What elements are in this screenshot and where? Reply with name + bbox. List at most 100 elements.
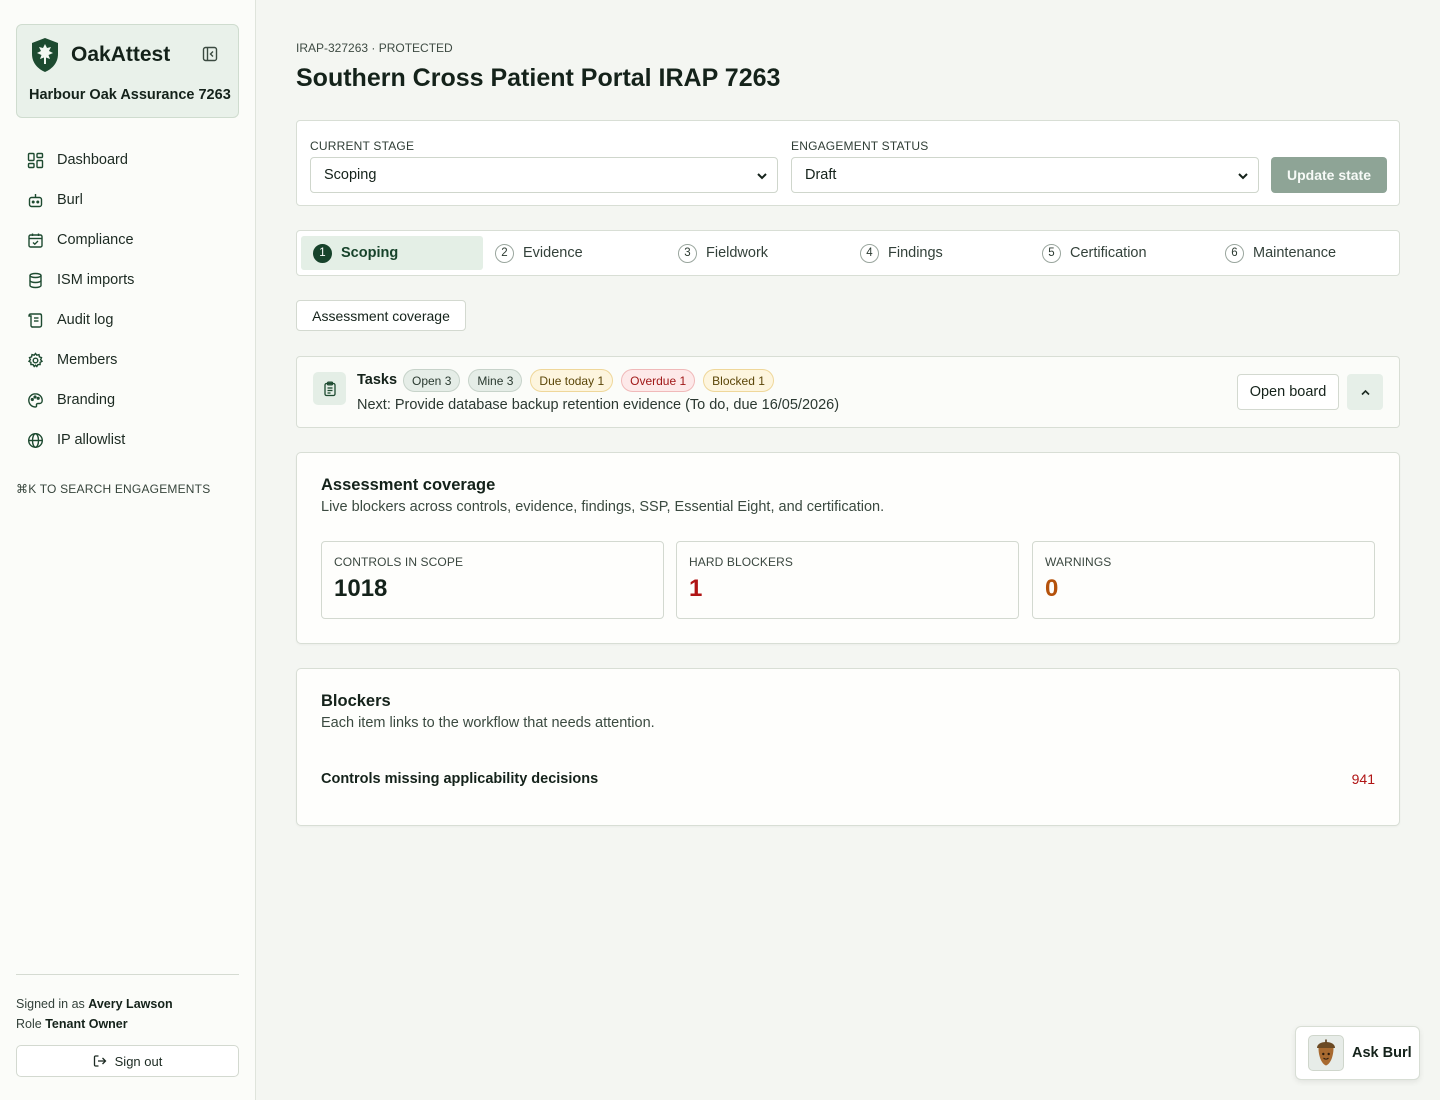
sidebar-item-compliance[interactable]: Compliance bbox=[16, 220, 239, 260]
engagement-state-form: CURRENT STAGE Scoping ENGAGEMENT STATUS … bbox=[296, 120, 1400, 206]
signed-in-prefix: Signed in as bbox=[16, 997, 85, 1011]
page-title: Southern Cross Patient Portal IRAP 7263 bbox=[296, 64, 781, 92]
sidebar-item-label: Members bbox=[57, 352, 118, 368]
ask-burl-button[interactable]: Ask Burl bbox=[1295, 1026, 1420, 1080]
overdue-badge[interactable]: Overdue 1 bbox=[621, 369, 696, 392]
stage-label: Evidence bbox=[523, 245, 583, 261]
engagement-id: IRAP-327263 · PROTECTED bbox=[296, 41, 453, 55]
engagement-status-value: Draft bbox=[805, 167, 837, 183]
stage-label: Certification bbox=[1070, 245, 1147, 261]
stage-tab-certification[interactable]: 5 Certification bbox=[1030, 236, 1212, 270]
controls-in-scope-stat: CONTROLS IN SCOPE 1018 bbox=[321, 541, 664, 619]
search-shortcut-hint: ⌘K TO SEARCH ENGAGEMENTS bbox=[16, 482, 211, 496]
chevron-up-icon bbox=[1360, 389, 1370, 395]
open-board-button[interactable]: Open board bbox=[1237, 374, 1339, 410]
engagement-status-select[interactable]: Draft bbox=[791, 157, 1259, 193]
blockers-panel: Blockers Each item links to the workflow… bbox=[296, 668, 1400, 826]
stage-number: 3 bbox=[678, 243, 697, 263]
user-name: Avery Lawson bbox=[88, 997, 173, 1011]
stage-number: 1 bbox=[313, 243, 332, 263]
collapse-sidebar-icon[interactable] bbox=[201, 45, 219, 63]
sidebar-item-audit-log[interactable]: Audit log bbox=[16, 300, 239, 340]
stage-number: 4 bbox=[860, 243, 879, 263]
sidebar-item-dashboard[interactable]: Dashboard bbox=[16, 140, 239, 180]
mine-tasks-badge[interactable]: Mine 3 bbox=[468, 369, 523, 392]
stage-tab-evidence[interactable]: 2 Evidence bbox=[483, 236, 665, 270]
stat-value: 0 bbox=[1045, 575, 1059, 602]
palette-icon bbox=[28, 392, 43, 408]
stage-tab-findings[interactable]: 4 Findings bbox=[848, 236, 1030, 270]
blocker-label: Controls missing applicability decisions bbox=[321, 771, 599, 787]
tasks-title: Tasks bbox=[357, 372, 398, 388]
stat-label: HARD BLOCKERS bbox=[689, 555, 793, 569]
stage-tab-maintenance[interactable]: 6 Maintenance bbox=[1213, 236, 1395, 270]
brand-card: OakAttest Harbour Oak Assurance 7263 bbox=[16, 24, 239, 118]
scroll-icon bbox=[28, 312, 43, 328]
database-icon bbox=[29, 272, 42, 288]
dashboard-icon bbox=[27, 152, 44, 168]
stat-label: WARNINGS bbox=[1045, 555, 1112, 569]
sidebar-item-branding[interactable]: Branding bbox=[16, 380, 239, 420]
sidebar-item-label: Burl bbox=[57, 192, 83, 208]
stage-tab-scoping[interactable]: 1 Scoping bbox=[301, 236, 483, 270]
chevron-down-icon bbox=[1238, 173, 1248, 180]
sidebar-item-ism-imports[interactable]: ISM imports bbox=[16, 260, 239, 300]
blockers-subtitle: Each item links to the workflow that nee… bbox=[321, 715, 655, 731]
due-today-badge[interactable]: Due today 1 bbox=[530, 369, 614, 392]
collapse-tasks-button[interactable] bbox=[1347, 374, 1383, 410]
hard-blockers-stat: HARD BLOCKERS 1 bbox=[676, 541, 1019, 619]
blocker-count: 941 bbox=[1351, 771, 1375, 787]
sidebar-item-label: IP allowlist bbox=[57, 432, 126, 448]
sign-out-button[interactable]: Sign out bbox=[16, 1045, 239, 1077]
chevron-down-icon bbox=[757, 173, 767, 180]
update-state-button[interactable]: Update state bbox=[1271, 157, 1387, 193]
task-badges: Open 3 Mine 3 Due today 1 Overdue 1 Bloc… bbox=[403, 369, 774, 392]
blockers-title: Blockers bbox=[321, 692, 391, 710]
tenant-name: Harbour Oak Assurance 7263 bbox=[29, 87, 231, 103]
blocker-item[interactable]: Controls missing applicability decisions… bbox=[321, 771, 1375, 791]
calendar-check-icon bbox=[28, 233, 43, 248]
sign-out-icon bbox=[93, 1055, 107, 1067]
open-tasks-badge[interactable]: Open 3 bbox=[403, 369, 461, 392]
stage-label: Scoping bbox=[341, 245, 399, 261]
assessment-coverage-tab[interactable]: Assessment coverage bbox=[296, 300, 466, 331]
engagement-status-label: ENGAGEMENT STATUS bbox=[791, 139, 929, 153]
current-stage-label: CURRENT STAGE bbox=[310, 139, 415, 153]
ask-burl-label: Ask Burl bbox=[1352, 1045, 1412, 1061]
stage-number: 2 bbox=[495, 243, 514, 263]
sidebar-item-ip-allowlist[interactable]: IP allowlist bbox=[16, 420, 239, 460]
coverage-title: Assessment coverage bbox=[321, 476, 496, 494]
sidebar-item-burl[interactable]: Burl bbox=[16, 180, 239, 220]
coverage-subtitle: Live blockers across controls, evidence,… bbox=[321, 499, 885, 515]
sidebar-item-members[interactable]: Members bbox=[16, 340, 239, 380]
sidebar-item-label: ISM imports bbox=[57, 272, 135, 288]
stage-number: 6 bbox=[1225, 243, 1244, 263]
role-prefix: Role bbox=[16, 1017, 42, 1031]
tasks-summary: Tasks Open 3 Mine 3 Due today 1 Overdue … bbox=[296, 356, 1400, 428]
stage-label: Findings bbox=[888, 245, 943, 261]
stage-label: Maintenance bbox=[1253, 245, 1337, 261]
blocked-badge[interactable]: Blocked 1 bbox=[703, 369, 774, 392]
warnings-stat: WARNINGS 0 bbox=[1032, 541, 1375, 619]
current-stage-select[interactable]: Scoping bbox=[310, 157, 778, 193]
oak-shield-logo-icon bbox=[32, 38, 58, 72]
sidebar: OakAttest Harbour Oak Assurance 7263 Das… bbox=[0, 0, 256, 1100]
sign-out-label: Sign out bbox=[114, 1053, 163, 1069]
globe-icon bbox=[27, 432, 44, 448]
bot-icon bbox=[28, 193, 43, 207]
stat-value: 1018 bbox=[334, 575, 388, 602]
brand-name: OakAttest bbox=[71, 43, 171, 66]
stage-number: 5 bbox=[1042, 243, 1061, 263]
current-stage-value: Scoping bbox=[324, 167, 377, 183]
assessment-coverage-panel: Assessment coverage Live blockers across… bbox=[296, 452, 1400, 644]
clipboard-icon bbox=[313, 372, 346, 405]
sidebar-item-label: Branding bbox=[57, 392, 116, 408]
gear-icon bbox=[27, 351, 44, 368]
role-line: Role Tenant Owner bbox=[16, 1016, 239, 1036]
stage-label: Fieldwork bbox=[706, 245, 769, 261]
user-info: Signed in as Avery Lawson Role Tenant Ow… bbox=[16, 974, 239, 1077]
stage-tab-fieldwork[interactable]: 3 Fieldwork bbox=[666, 236, 848, 270]
stat-value: 1 bbox=[689, 575, 703, 602]
next-task: Next: Provide database backup retention … bbox=[357, 397, 840, 413]
sidebar-item-label: Dashboard bbox=[57, 152, 128, 168]
